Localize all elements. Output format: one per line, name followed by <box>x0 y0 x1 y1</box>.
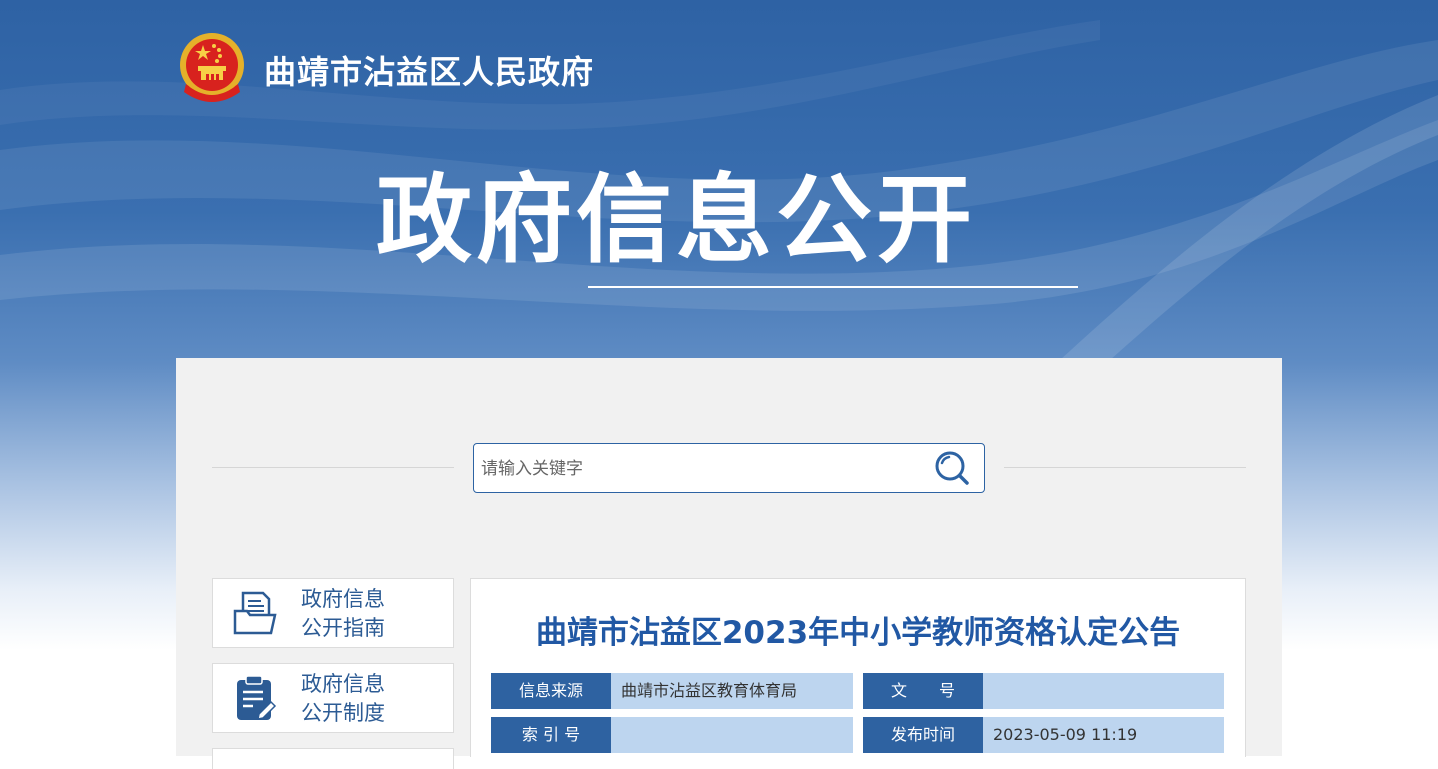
search-icon[interactable] <box>934 450 970 486</box>
sidebar-item-next[interactable] <box>212 748 454 769</box>
sidebar-item-label: 政府信息 公开指南 <box>301 587 385 640</box>
search-input[interactable] <box>479 452 923 486</box>
site-name: 曲靖市沾益区人民政府 <box>264 53 595 91</box>
meta-source-label: 信息来源 <box>491 673 611 709</box>
title-underline <box>588 286 1078 288</box>
meta-publish-label: 发布时间 <box>863 717 983 753</box>
search-bar <box>473 443 985 493</box>
meta-index-value <box>611 717 853 753</box>
site-logo[interactable]: 曲靖市沾益区人民政府 <box>176 32 594 108</box>
meta-source-value: 曲靖市沾益区教育体育局 <box>611 673 853 709</box>
main-panel: 政府信息 公开指南 政府信息 公开制度 曲靖市沾益区2023年中小学教师资格认定… <box>176 358 1282 769</box>
search-divider-left <box>212 467 454 468</box>
sidebar-item-disclosure-system[interactable]: 政府信息 公开制度 <box>212 663 454 733</box>
meta-index-label: 索 引 号 <box>491 717 611 753</box>
sidebar-item-disclosure-guide[interactable]: 政府信息 公开指南 <box>212 578 454 648</box>
search-divider-right <box>1004 467 1246 468</box>
document-folder-icon <box>233 591 277 635</box>
clipboard-pen-icon <box>237 675 277 720</box>
sidebar-item-label: 政府信息 公开制度 <box>301 672 385 725</box>
article-title: 曲靖市沾益区2023年中小学教师资格认定公告 <box>535 615 1181 651</box>
meta-doc-no-label: 文 号 <box>863 673 983 709</box>
meta-doc-no-value <box>983 673 1224 709</box>
page-title: 政府信息公开 <box>376 164 976 276</box>
national-emblem-icon <box>180 33 244 102</box>
article-content: 曲靖市沾益区2023年中小学教师资格认定公告 信息来源 曲靖市沾益区教育体育局 … <box>470 578 1246 757</box>
meta-publish-value: 2023-05-09 11:19 <box>983 717 1224 753</box>
